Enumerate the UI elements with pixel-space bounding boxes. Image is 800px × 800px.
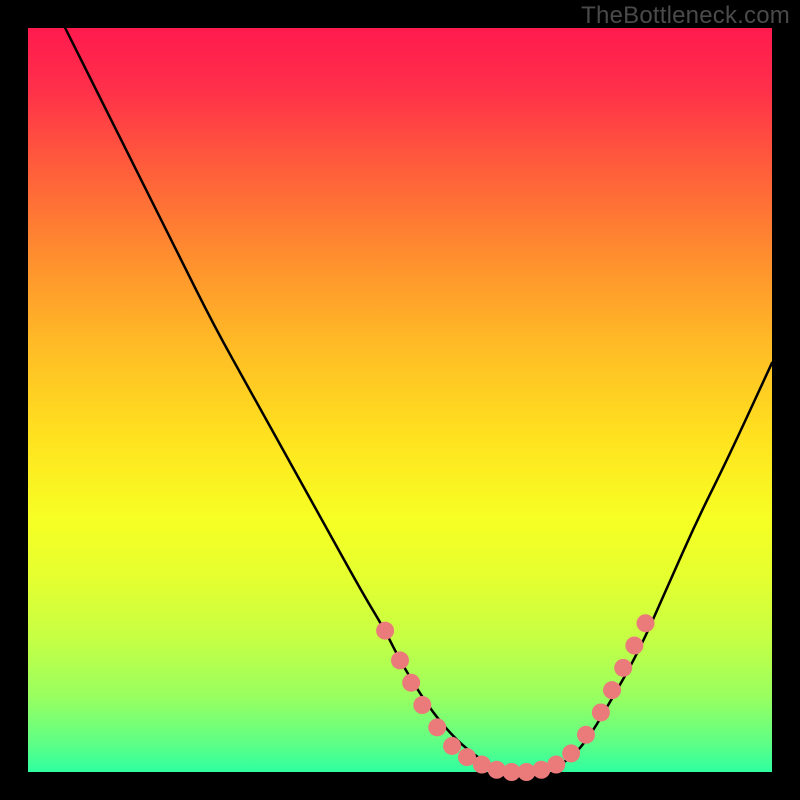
marker-group: [376, 614, 654, 781]
curve-marker: [625, 637, 643, 655]
curve-layer: [28, 28, 772, 772]
curve-marker: [562, 744, 580, 762]
chart-frame: TheBottleneck.com: [0, 0, 800, 800]
curve-marker: [603, 681, 621, 699]
curve-marker: [614, 659, 632, 677]
curve-marker: [413, 696, 431, 714]
curve-marker: [637, 614, 655, 632]
curve-marker: [443, 737, 461, 755]
curve-marker: [402, 674, 420, 692]
plot-area: [28, 28, 772, 772]
curve-marker: [391, 651, 409, 669]
bottleneck-curve: [65, 28, 772, 772]
curve-marker: [577, 726, 595, 744]
curve-marker: [376, 622, 394, 640]
curve-marker: [547, 756, 565, 774]
curve-marker: [592, 703, 610, 721]
watermark-text: TheBottleneck.com: [581, 2, 790, 30]
curve-marker: [428, 718, 446, 736]
